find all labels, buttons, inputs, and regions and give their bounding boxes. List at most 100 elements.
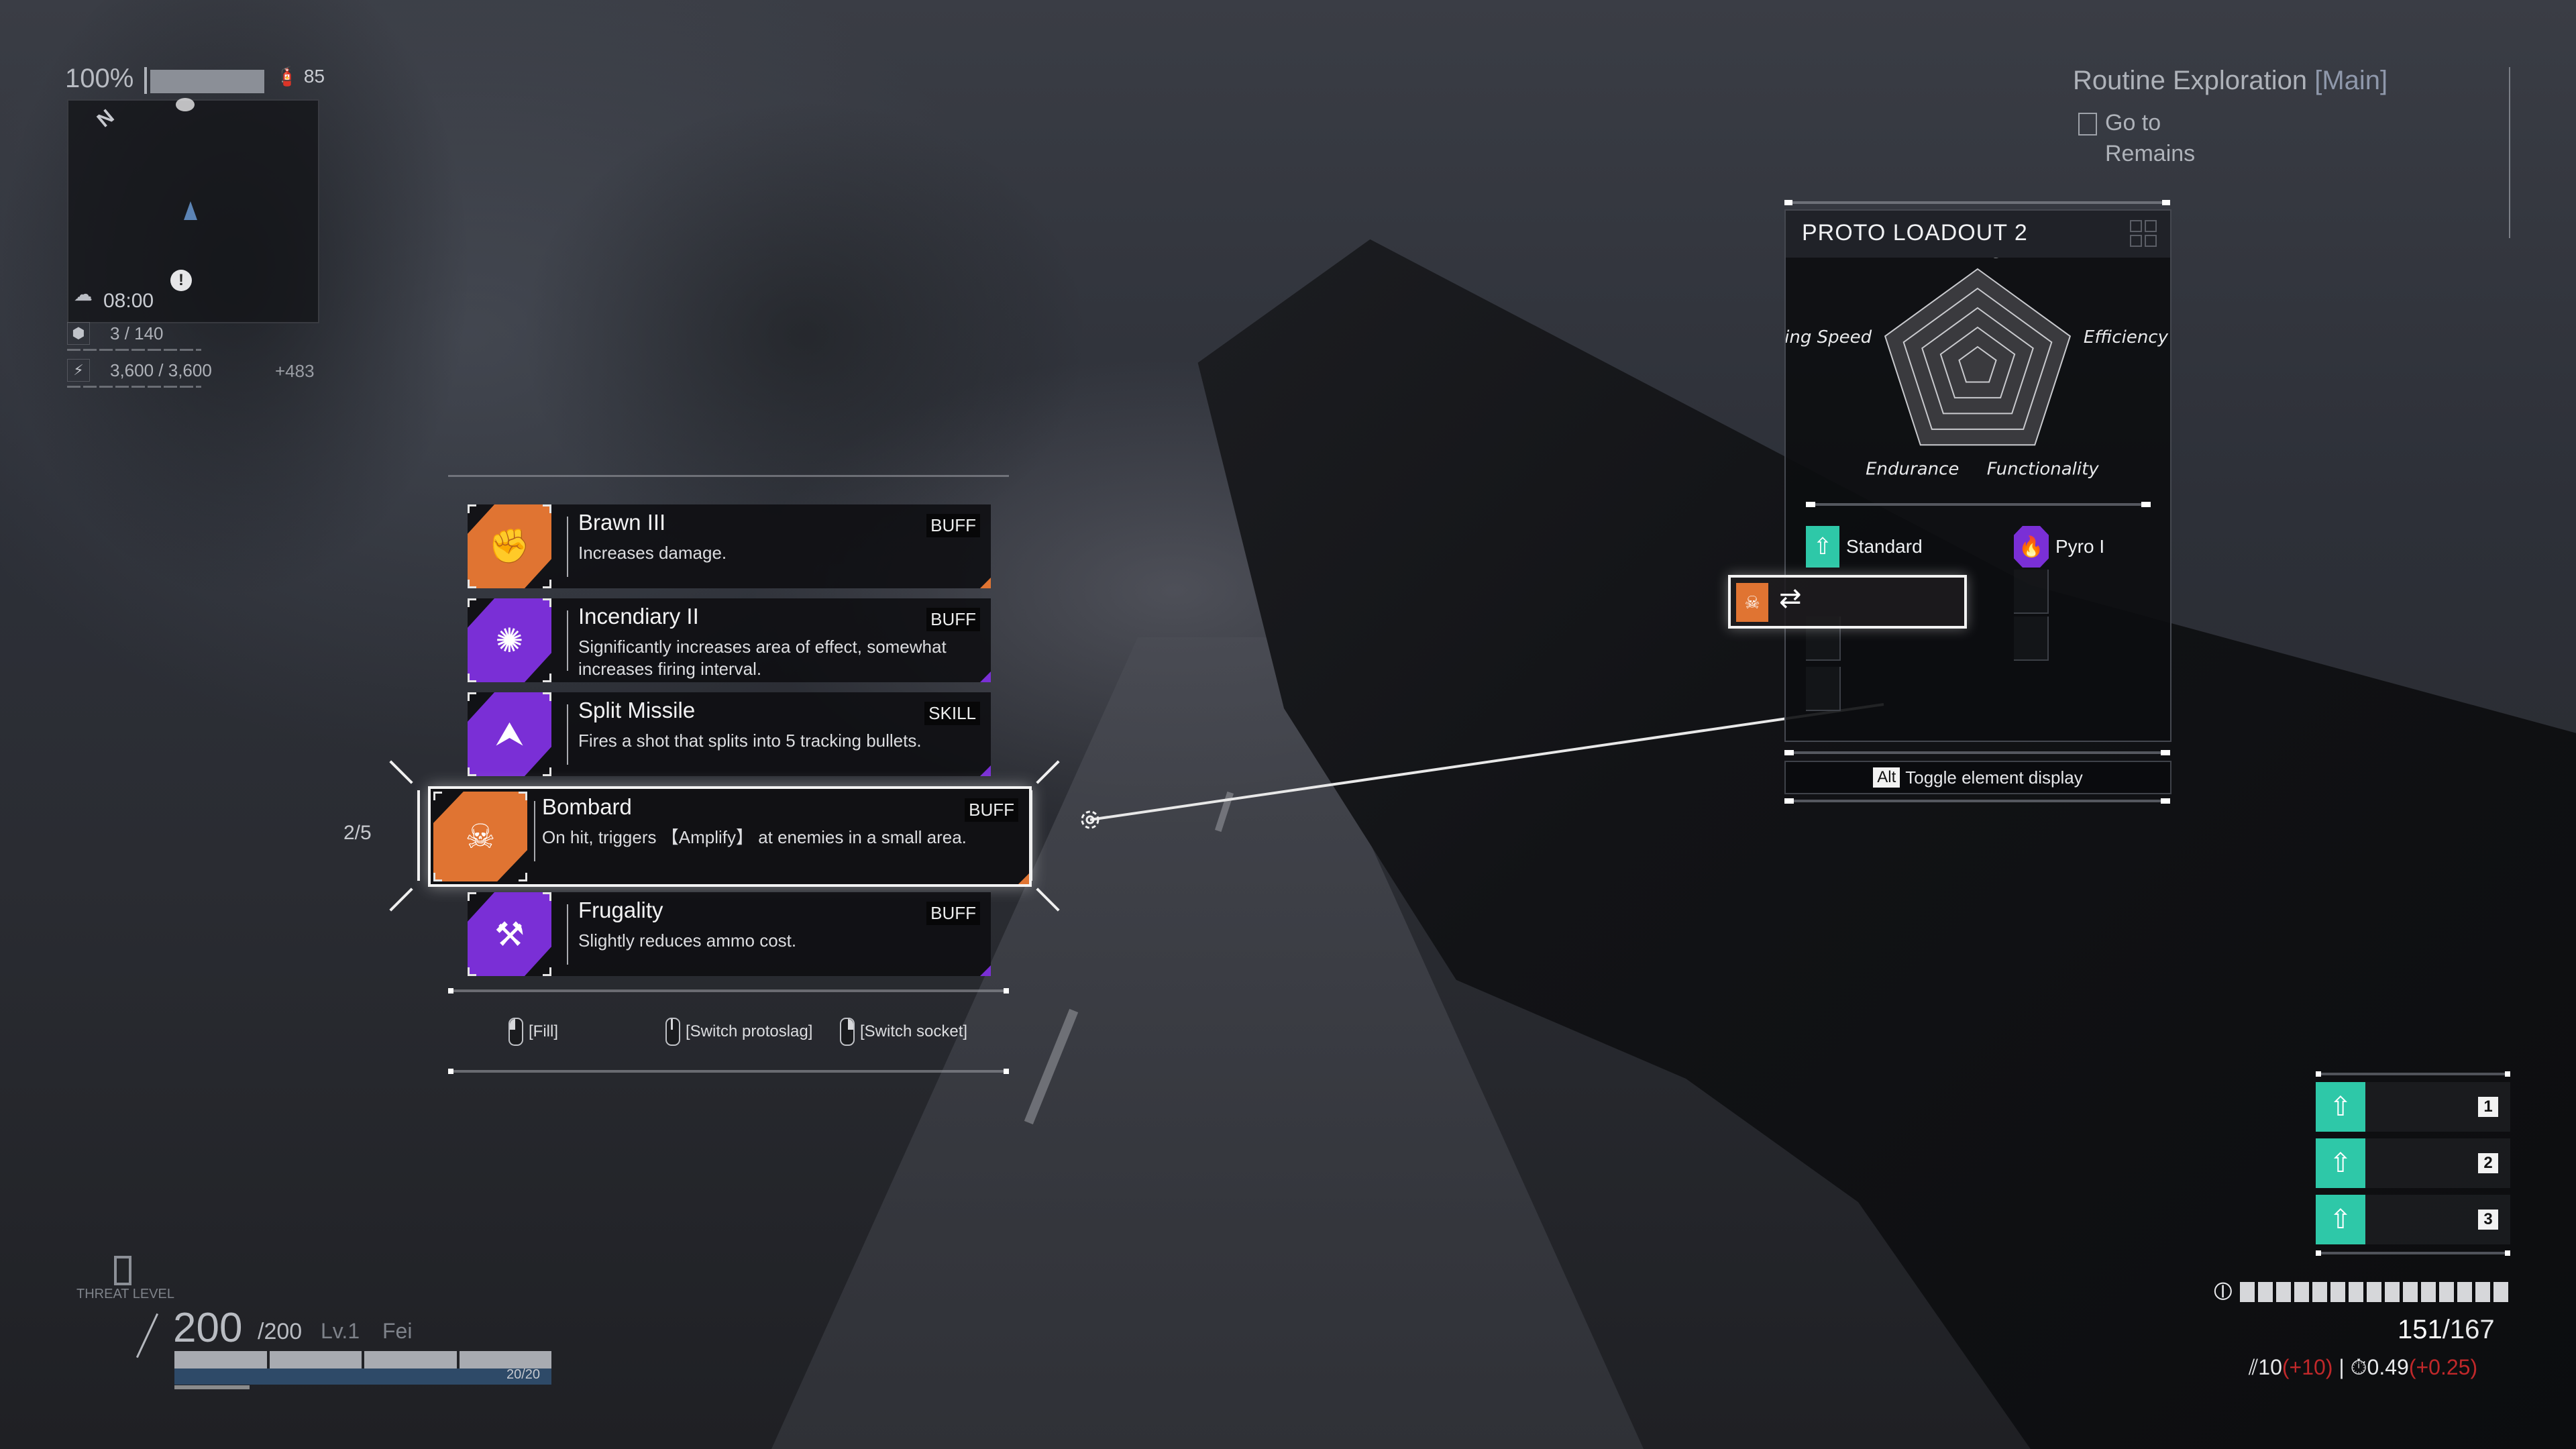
hint-switch-protoslag[interactable]: [Switch protoslag] (665, 1018, 812, 1046)
shield-value: 20/20 (506, 1367, 541, 1382)
shield-bar (174, 1368, 551, 1385)
weapon-slots-top-bar (2316, 1071, 2510, 1077)
item-divider (567, 704, 568, 765)
quest-type-tag: [Main] (2314, 66, 2388, 95)
proto-loadout-panel: PROTO LOADOUT 2 Damage Efficiency Function… (1784, 200, 2171, 804)
socket-column-pyro[interactable]: 🔥 Pyro I (2014, 526, 2104, 568)
magazine-segment (2294, 1281, 2309, 1302)
protoslag-name: Bombard (542, 794, 632, 819)
magazine-bar: ⦶ (2214, 1277, 2508, 1306)
threat-level-icon (114, 1256, 131, 1285)
mouse-middle-icon (665, 1018, 680, 1046)
rarity-corner (980, 578, 991, 588)
north-indicator: N (93, 105, 119, 132)
magazine-segment (2275, 1281, 2291, 1302)
quest-title[interactable]: Routine Exploration [Main] (2073, 66, 2387, 96)
rarity-corner (980, 672, 991, 682)
quest-name: Routine Exploration (2073, 66, 2308, 95)
hint-label: [Fill] (529, 1022, 558, 1040)
hint-label: [Switch protoslag] (686, 1022, 813, 1040)
fist-icon: ✊ (468, 504, 551, 588)
magazine-segment (2366, 1281, 2381, 1302)
item-divider (567, 517, 568, 577)
panel-divider (1806, 502, 2151, 507)
ammo-stack-icon: ⫽ (2249, 1355, 2259, 1379)
protoslag-item-selected[interactable]: ☠ Bombard On hit, triggers 【Amplify】 at … (428, 786, 1032, 887)
hp-segment (174, 1351, 267, 1368)
column-label: Standard (1846, 536, 1923, 557)
socket-column-standard[interactable]: ⇧ Standard (1806, 526, 1923, 568)
hp-segment (269, 1351, 362, 1368)
signal-percent: 100% (65, 64, 134, 93)
swap-icon: ⇄ (1779, 584, 1802, 613)
weapon-slot-2[interactable]: ⇧ 2 (2316, 1138, 2510, 1188)
minimap[interactable]: N ! ☁ 08:00 (67, 98, 319, 323)
grid-view-icon[interactable] (2130, 220, 2157, 247)
toggle-element-display-button[interactable]: Alt Toggle element display (1784, 761, 2171, 794)
mouse-right-icon (840, 1018, 855, 1046)
item-divider (567, 904, 568, 965)
quest-marker-icon[interactable]: ! (170, 270, 192, 291)
hint-fill[interactable]: [Fill] (508, 1018, 558, 1046)
resource-energy: ⚡ 3,600 / 3,600 (67, 359, 212, 382)
selected-socket[interactable]: ☠ ⇄ (1728, 575, 1967, 629)
hint-label: [Switch socket] (860, 1022, 968, 1040)
protoslag-description: On hit, triggers 【Amplify】 at enemies in… (542, 827, 967, 847)
socket-slot[interactable] (2014, 570, 2049, 614)
panel-top-bar (1784, 200, 2170, 205)
split-arrow-icon: ⮝ (468, 692, 551, 776)
protoslag-name: Frugality (578, 898, 663, 922)
protoslag-item[interactable]: ✺ Incendiary II Significantly increases … (468, 598, 991, 682)
resource-divider (67, 386, 201, 388)
ammo-total: /167 (2442, 1315, 2495, 1344)
column-label: Pyro I (2055, 536, 2105, 557)
skull-target-icon: ☠ (1736, 583, 1768, 622)
list-divider (448, 988, 1009, 994)
list-position: 2/5 (343, 822, 372, 844)
radar-axis-label: Damage (1941, 258, 2015, 259)
resource-divider (67, 349, 201, 351)
flame-icon: 🔥 (2014, 526, 2049, 568)
radar-axis-label: Firing Speed (1786, 327, 1872, 347)
protoslag-item[interactable]: ⚒ Frugality Slightly reduces ammo cost. … (468, 892, 991, 976)
weapon-slot-1[interactable]: ⇧ 1 (2316, 1082, 2510, 1132)
magazine-segment (2402, 1281, 2418, 1302)
player-arrow-icon (184, 201, 197, 220)
magazine-segment (2239, 1281, 2255, 1302)
magazine-segment (2457, 1281, 2472, 1302)
protoslag-description: Increases damage. (578, 543, 727, 563)
slot-key: 3 (2478, 1210, 2498, 1230)
key-hint: Alt (1873, 767, 1900, 788)
rarity-corner (1018, 873, 1029, 884)
magazine-segment (2312, 1281, 2327, 1302)
standard-arrow-icon: ⇧ (1806, 526, 1839, 568)
socket-slot[interactable] (1806, 667, 1841, 711)
ammo-canister-icon: 🧯 (275, 66, 299, 87)
selection-bracket (389, 888, 413, 912)
ammo-counter: 151/167 (2398, 1315, 2495, 1345)
stat-bonus: (+10) (2282, 1355, 2333, 1379)
resource-value: 3 / 140 (110, 323, 164, 343)
weapon-stats: ⫽10(+10) | ⏱0.49(+0.25) (2249, 1355, 2477, 1381)
standard-arrow-icon: ⇧ (2316, 1138, 2365, 1188)
magazine-segment (2384, 1281, 2400, 1302)
protoslag-name: Incendiary II (578, 604, 699, 629)
signal-bar (150, 70, 264, 93)
threat-level-label: THREAT LEVEL (76, 1287, 174, 1301)
radar-axis-label: Functionality (1987, 459, 2100, 479)
protoslag-item[interactable]: ⮝ Split Missile Fires a shot that splits… (468, 692, 991, 776)
standard-arrow-icon: ⇧ (2316, 1195, 2365, 1244)
hint-switch-socket[interactable]: [Switch socket] (840, 1018, 967, 1046)
stat-radar-chart: Damage Efficiency Functionality Endurance Fi… (1786, 258, 2169, 479)
anvil-icon: ⚒ (468, 892, 551, 976)
consumable-counter: 🧯 85 (275, 65, 325, 87)
consumable-count: 85 (303, 65, 325, 87)
socket-slot[interactable] (2014, 616, 2049, 661)
weapon-slot-3[interactable]: ⇧ 3 (2316, 1195, 2510, 1244)
hp-current: 200 (173, 1305, 243, 1351)
panel-bottom-bar (1784, 798, 2170, 804)
cube-icon: ⬢ (67, 322, 90, 345)
magazine-segment (2330, 1281, 2345, 1302)
protoslag-item[interactable]: ✊ Brawn III Increases damage. BUFF (468, 504, 991, 588)
protoslag-description: Significantly increases area of effect, … (578, 637, 947, 679)
